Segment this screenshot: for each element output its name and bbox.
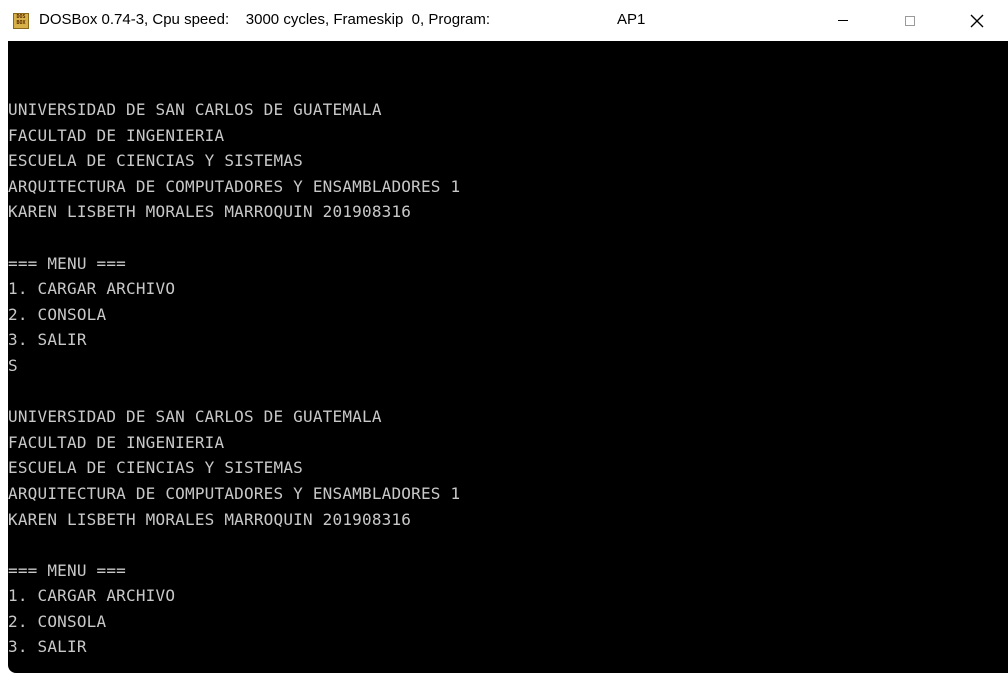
console-screen[interactable]: UNIVERSIDAD DE SAN CARLOS DE GUATEMALA FA…: [8, 41, 1008, 673]
maximize-button[interactable]: [887, 0, 933, 41]
console-line: ARQUITECTURA DE COMPUTADORES Y ENSAMBLAD…: [8, 176, 461, 196]
program-name: AP1: [617, 11, 646, 28]
console-line: FACULTAD DE INGENIERIA: [8, 432, 225, 452]
maximize-icon: [905, 15, 915, 26]
close-icon: [970, 14, 984, 27]
console-line: ARQUITECTURA DE COMPUTADORES Y ENSAMBLAD…: [8, 483, 461, 503]
console-line: 2. CONSOLA: [8, 304, 107, 324]
console-line: ESCUELA DE CIENCIAS Y SISTEMAS: [8, 458, 303, 478]
console-line: KAREN LISBETH MORALES MARROQUIN 20190831…: [8, 202, 412, 222]
minimize-button[interactable]: [820, 0, 866, 41]
console-line: 3. SALIR: [8, 330, 87, 350]
console-line: === MENU ===: [8, 253, 126, 273]
console-line: KAREN LISBETH MORALES MARROQUIN 20190831…: [8, 509, 412, 529]
console-line: 3. SALIR: [8, 637, 87, 657]
window-title: DOSBox 0.74-3, Cpu speed: 3000 cycles, F…: [39, 11, 491, 28]
console-output: UNIVERSIDAD DE SAN CARLOS DE GUATEMALA FA…: [8, 97, 460, 660]
close-button[interactable]: [954, 0, 1000, 41]
dosbox-icon[interactable]: DOS BOX: [13, 13, 29, 29]
dosbox-window: DOS BOX DOSBox 0.74-3, Cpu speed: 3000 c…: [0, 0, 1008, 673]
console-line: FACULTAD DE INGENIERIA: [8, 125, 225, 145]
console-line: 1. CARGAR ARCHIVO: [8, 279, 176, 299]
console-line: 1. CARGAR ARCHIVO: [8, 586, 176, 606]
minimize-icon: [838, 20, 848, 21]
console-line: === MENU ===: [8, 560, 126, 580]
console-line: UNIVERSIDAD DE SAN CARLOS DE GUATEMALA: [8, 407, 382, 427]
title-bar[interactable]: DOS BOX DOSBox 0.74-3, Cpu speed: 3000 c…: [0, 0, 1008, 41]
console-line: ESCUELA DE CIENCIAS Y SISTEMAS: [8, 151, 303, 171]
console-line: UNIVERSIDAD DE SAN CARLOS DE GUATEMALA: [8, 100, 382, 119]
console-line: S: [8, 355, 18, 375]
icon-text-bottom: BOX: [16, 20, 26, 26]
console-line: 2. CONSOLA: [8, 611, 107, 631]
